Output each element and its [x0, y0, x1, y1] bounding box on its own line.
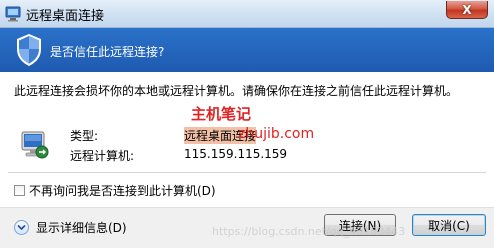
show-details-toggle[interactable]: 显示详细信息(D)	[14, 219, 127, 236]
show-details-label: 显示详细信息(D)	[36, 221, 127, 235]
shield-icon	[17, 34, 41, 66]
divider	[8, 172, 486, 173]
dialog-header: 是否信任此远程连接?	[0, 28, 494, 72]
trust-question: 是否信任此远程连接?	[50, 45, 165, 59]
type-label: 类型:	[70, 129, 99, 143]
remote-computer-value: 115.159.115.159	[184, 147, 288, 161]
watermark-site-url: zhujib.com	[238, 126, 315, 142]
dont-ask-option[interactable]: 不再询问我是否连接到此计算机(D)	[14, 182, 216, 199]
dont-ask-checkbox[interactable]	[14, 185, 25, 196]
computer-network-icon	[21, 131, 49, 159]
close-button[interactable]: X	[446, 1, 488, 19]
window-title: 远程桌面连接	[26, 9, 105, 24]
remote-desktop-icon	[5, 6, 21, 22]
watermark-blog-url: https://blog.csdn.net/qq_46163443	[212, 225, 406, 238]
chevron-down-icon	[14, 220, 29, 235]
close-icon: X	[462, 2, 472, 17]
cancel-button[interactable]: 取消(C)	[412, 214, 486, 236]
dont-ask-label: 不再询问我是否连接到此计算机(D)	[29, 184, 216, 198]
remote-computer-label: 远程计算机:	[70, 149, 135, 163]
title-bar: 远程桌面连接 X	[0, 0, 494, 28]
watermark-site-name: 主机笔记	[191, 105, 252, 123]
warning-message: 此远程连接会损坏你的本地或远程计算机。请确保你在连接之前信任此远程计算机。	[14, 84, 459, 98]
